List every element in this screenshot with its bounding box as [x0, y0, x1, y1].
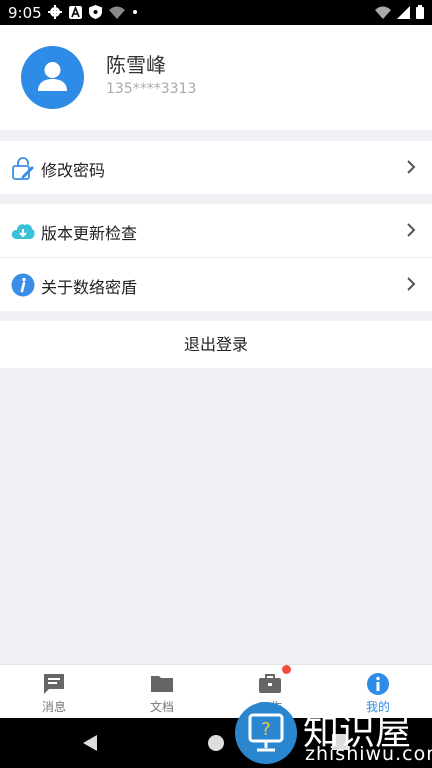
help-monitor-icon: ? — [248, 713, 284, 752]
info-icon — [367, 673, 389, 695]
signal-icon — [397, 5, 410, 19]
avatar[interactable] — [21, 46, 84, 109]
tab-label: 消息 — [41, 700, 66, 714]
person-icon — [38, 62, 67, 91]
svg-text:?: ? — [261, 719, 271, 740]
menu-item-label: 关于数络密盾 — [41, 278, 138, 297]
watermark-logo: ? — [235, 702, 297, 764]
logout-label: 退出登录 — [183, 335, 248, 354]
menu-item-change-password[interactable]: 修改密码 — [0, 141, 432, 194]
chevron-right-icon — [407, 277, 416, 291]
folder-icon — [151, 676, 173, 692]
watermark-url: zhishiwu.com — [305, 743, 432, 765]
info-icon — [11, 273, 35, 297]
home-icon[interactable] — [207, 734, 225, 752]
battery-icon — [416, 5, 424, 19]
menu-item-label: 修改密码 — [41, 161, 106, 180]
menu-item-about[interactable]: 关于数络密盾 — [0, 258, 432, 311]
lock-edit-icon — [12, 157, 34, 180]
user-phone: 135****3313 — [106, 81, 197, 97]
font-a-icon — [69, 5, 82, 19]
chevron-right-icon — [407, 223, 416, 237]
wifi-off-icon — [375, 6, 391, 19]
briefcase-icon — [259, 674, 281, 693]
work-notification-badge — [282, 665, 291, 674]
chevron-right-icon — [407, 160, 416, 174]
wifi-question-icon — [109, 6, 125, 19]
shield-icon — [89, 5, 102, 19]
cloud-download-icon — [11, 224, 35, 239]
settings-gear-icon — [48, 5, 62, 19]
user-name: 陈雪峰 — [106, 53, 166, 77]
watermark-registered: ® — [415, 703, 429, 719]
menu-item-label: 版本更新检查 — [41, 224, 138, 243]
tab-documents[interactable]: 文档 — [108, 665, 216, 719]
profile-header[interactable]: 陈雪峰 135****3313 — [0, 25, 432, 130]
message-icon — [44, 674, 64, 694]
menu-item-version-check[interactable]: 版本更新检查 — [0, 204, 432, 257]
back-icon[interactable] — [82, 734, 98, 752]
logout-button[interactable]: 退出登录 — [0, 321, 432, 368]
tab-messages[interactable]: 消息 — [0, 665, 108, 719]
status-time: 9:05 — [8, 4, 42, 22]
status-bar: 9:05 — [0, 0, 432, 25]
tab-label: 文档 — [149, 700, 174, 714]
notification-dot-icon — [133, 10, 137, 14]
